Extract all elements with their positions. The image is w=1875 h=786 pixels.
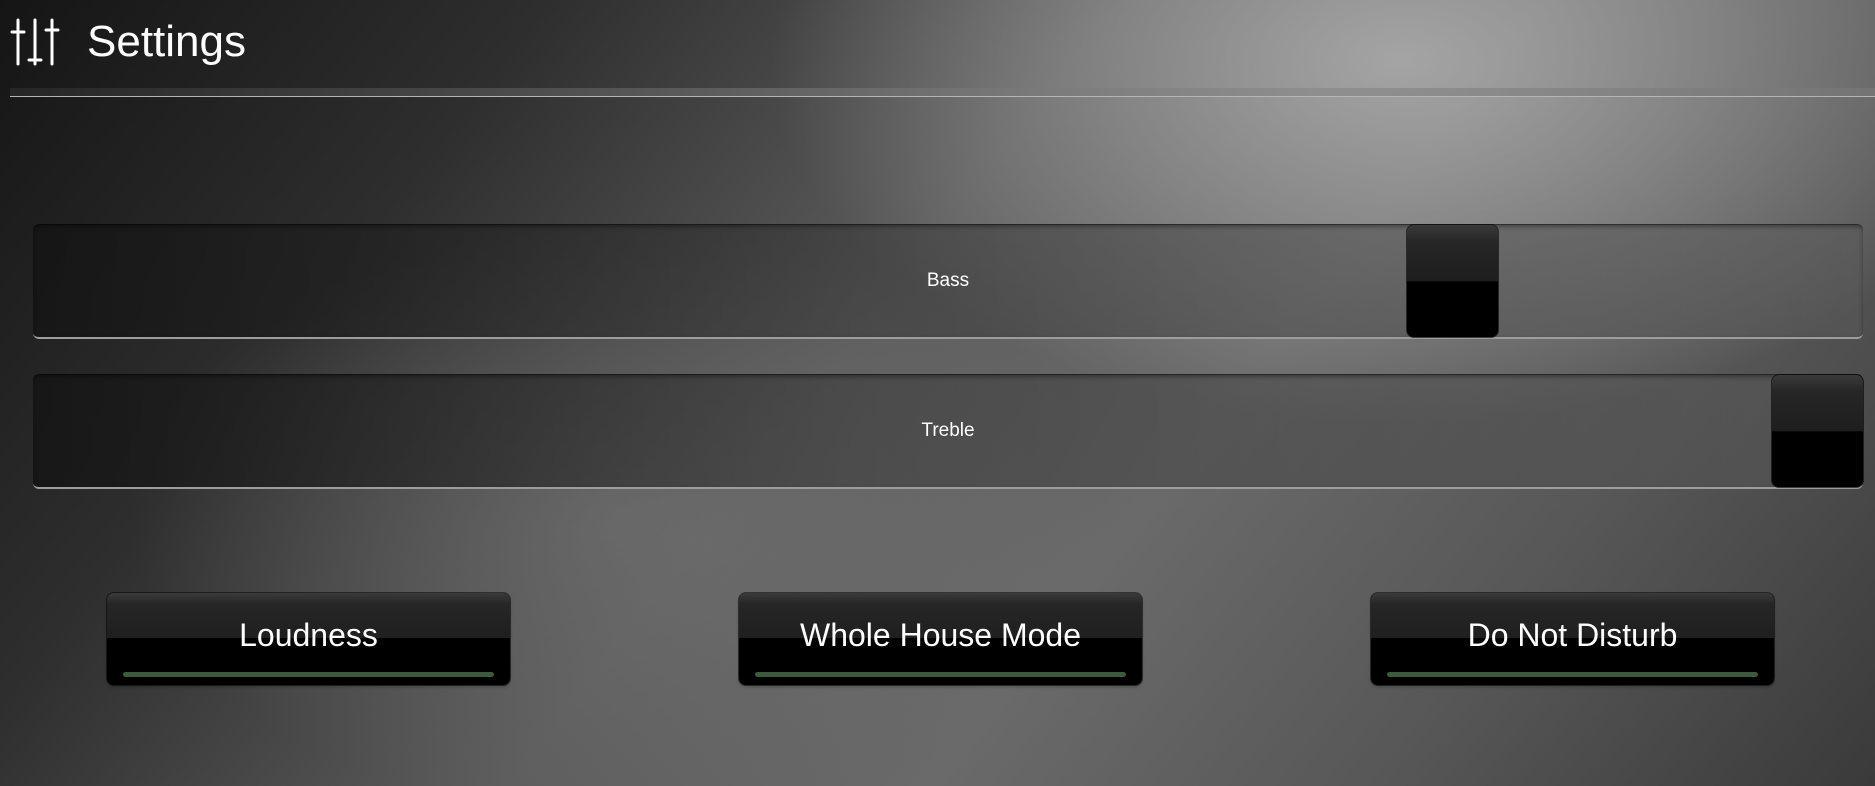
thumb-highlight xyxy=(1407,225,1498,282)
page-title: Settings xyxy=(87,17,246,66)
header: Settings xyxy=(0,0,1875,97)
do-not-disturb-status-indicator xyxy=(1387,672,1758,677)
thumb-highlight xyxy=(1772,375,1863,432)
whole-house-mode-button-label: Whole House Mode xyxy=(799,617,1082,653)
treble-slider-thumb[interactable] xyxy=(1772,375,1863,487)
whole-house-mode-button[interactable]: Whole House Mode xyxy=(739,593,1142,685)
treble-slider[interactable]: Treble xyxy=(33,374,1863,489)
loudness-button[interactable]: Loudness xyxy=(107,593,510,685)
sliders-icon xyxy=(10,16,62,68)
treble-slider-label: Treble xyxy=(921,420,975,441)
header-divider xyxy=(10,96,1875,97)
loudness-button-label: Loudness xyxy=(239,617,378,653)
loudness-status-indicator xyxy=(123,672,494,677)
bass-slider-label: Bass xyxy=(926,270,970,291)
header-divider-band xyxy=(10,88,1875,96)
bass-slider-thumb[interactable] xyxy=(1407,225,1498,337)
bass-slider[interactable]: Bass xyxy=(33,224,1863,339)
do-not-disturb-button[interactable]: Do Not Disturb xyxy=(1371,593,1774,685)
whole-house-mode-status-indicator xyxy=(755,672,1126,677)
do-not-disturb-button-label: Do Not Disturb xyxy=(1467,617,1678,653)
